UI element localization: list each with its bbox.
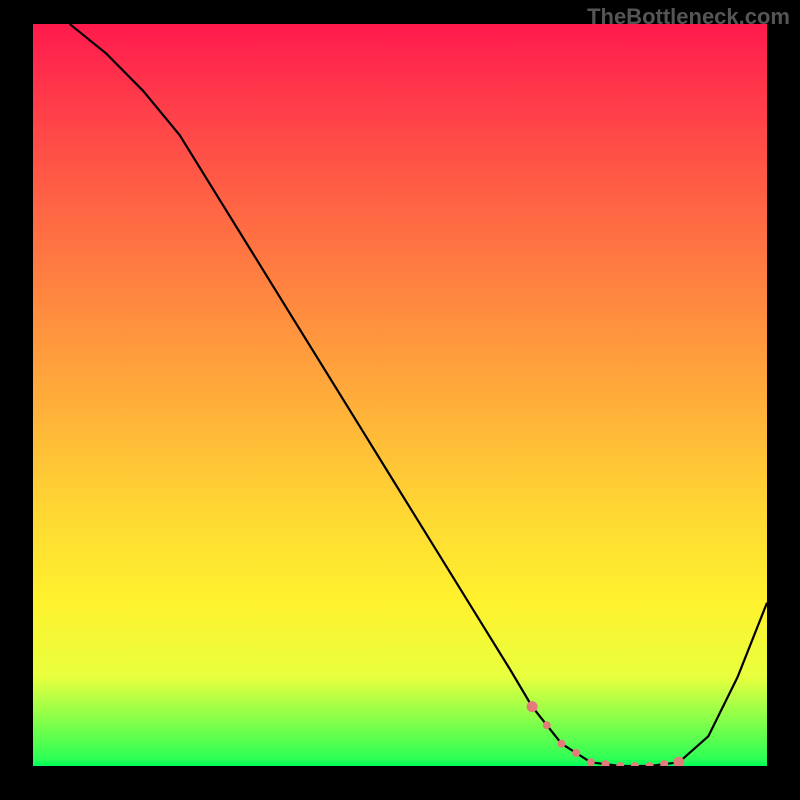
optimum-dot: [616, 762, 624, 766]
optimum-dot: [631, 762, 639, 766]
bottleneck-curve-svg: [33, 24, 767, 766]
plot-area: [33, 24, 767, 766]
optimum-dots: [527, 701, 685, 766]
optimum-dot: [527, 701, 538, 712]
optimum-dot: [602, 760, 610, 766]
chart-container: [33, 24, 767, 766]
optimum-dot: [572, 749, 580, 757]
watermark-text: TheBottleneck.com: [587, 4, 790, 30]
optimum-dot: [558, 740, 566, 748]
bottleneck-curve-path: [70, 24, 767, 766]
optimum-dot: [646, 762, 654, 766]
optimum-dot: [587, 758, 595, 766]
optimum-dot: [543, 721, 551, 729]
optimum-dot: [660, 760, 668, 766]
